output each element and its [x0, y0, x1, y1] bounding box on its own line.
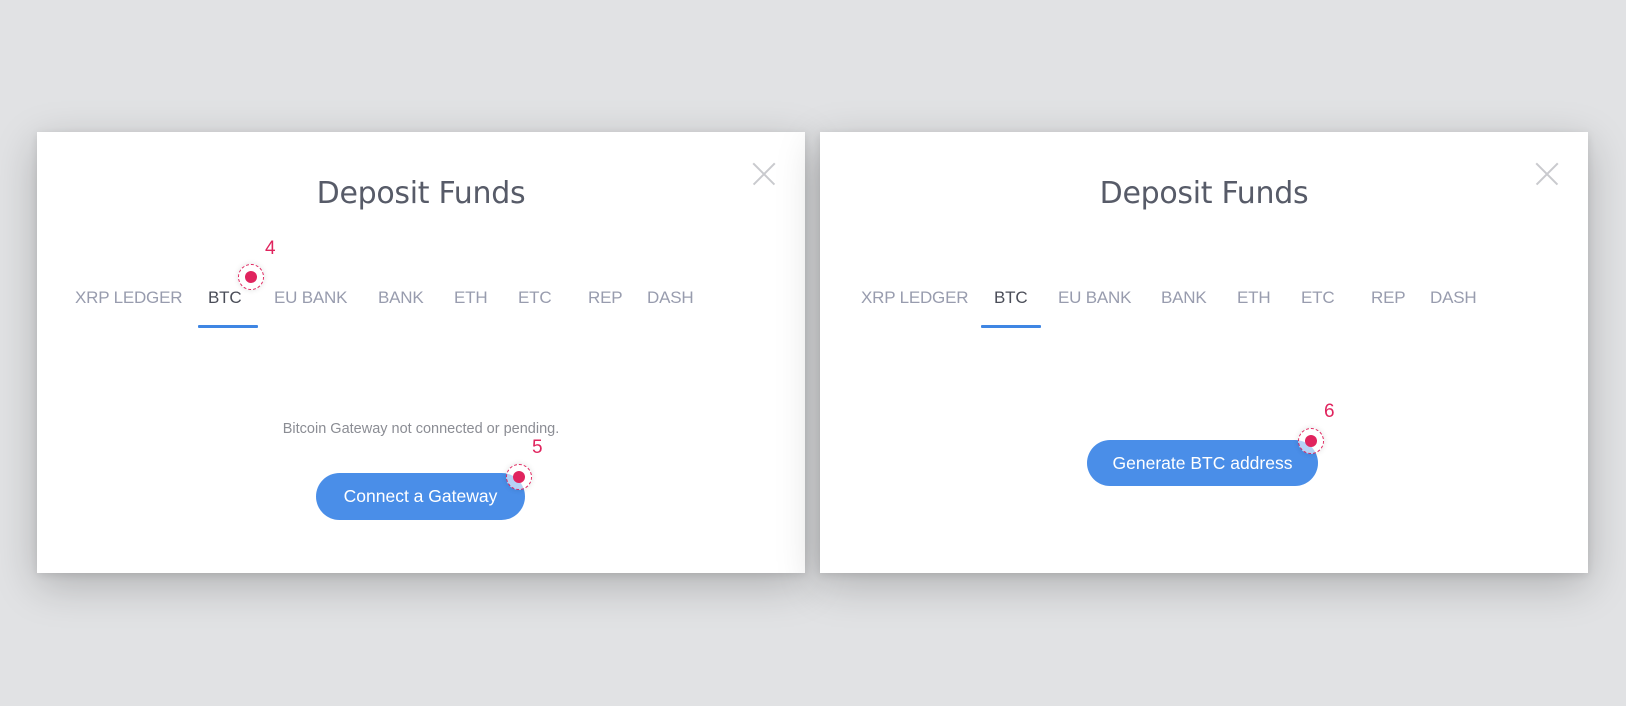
tab-btc[interactable]: BTC [994, 288, 1028, 308]
currency-tabs: XRP LEDGER BTC EU BANK BANK ETH ETC REP … [37, 288, 805, 330]
tab-eu-bank[interactable]: EU BANK [1058, 288, 1131, 308]
active-tab-indicator [198, 325, 258, 328]
annotation-marker-6 [1298, 428, 1324, 454]
tab-rep[interactable]: REP [588, 288, 623, 308]
tab-rep[interactable]: REP [1371, 288, 1406, 308]
annotation-number-4: 4 [265, 238, 276, 259]
annotation-number-5: 5 [532, 437, 543, 458]
tab-btc[interactable]: BTC [208, 288, 242, 308]
deposit-funds-modal-left: Deposit Funds XRP LEDGER BTC EU BANK BAN… [37, 132, 805, 573]
tab-eth[interactable]: ETH [1237, 288, 1271, 308]
tab-xrp-ledger[interactable]: XRP LEDGER [75, 288, 182, 308]
modal-title: Deposit Funds [316, 176, 526, 211]
modal-title: Deposit Funds [1099, 176, 1309, 211]
annotation-dot [245, 271, 257, 283]
annotation-dot [1305, 435, 1317, 447]
annotation-dot [513, 471, 525, 483]
tab-eth[interactable]: ETH [454, 288, 488, 308]
annotation-marker-5 [506, 464, 532, 490]
tab-dash[interactable]: DASH [647, 288, 694, 308]
annotation-marker-4 [238, 264, 264, 290]
tab-etc[interactable]: ETC [1301, 288, 1335, 308]
tab-xrp-ledger[interactable]: XRP LEDGER [861, 288, 968, 308]
connect-gateway-button[interactable]: Connect a Gateway [316, 473, 525, 520]
annotation-number-6: 6 [1324, 401, 1335, 422]
tab-bank[interactable]: BANK [378, 288, 424, 308]
currency-tabs: XRP LEDGER BTC EU BANK BANK ETH ETC REP … [820, 288, 1588, 330]
active-tab-indicator [981, 325, 1041, 328]
gateway-status-text: Bitcoin Gateway not connected or pending… [282, 421, 560, 437]
generate-btc-address-button[interactable]: Generate BTC address [1087, 440, 1318, 486]
tab-dash[interactable]: DASH [1430, 288, 1477, 308]
deposit-funds-modal-right: Deposit Funds XRP LEDGER BTC EU BANK BAN… [820, 132, 1588, 573]
tab-etc[interactable]: ETC [518, 288, 552, 308]
tab-bank[interactable]: BANK [1161, 288, 1207, 308]
tab-eu-bank[interactable]: EU BANK [274, 288, 347, 308]
